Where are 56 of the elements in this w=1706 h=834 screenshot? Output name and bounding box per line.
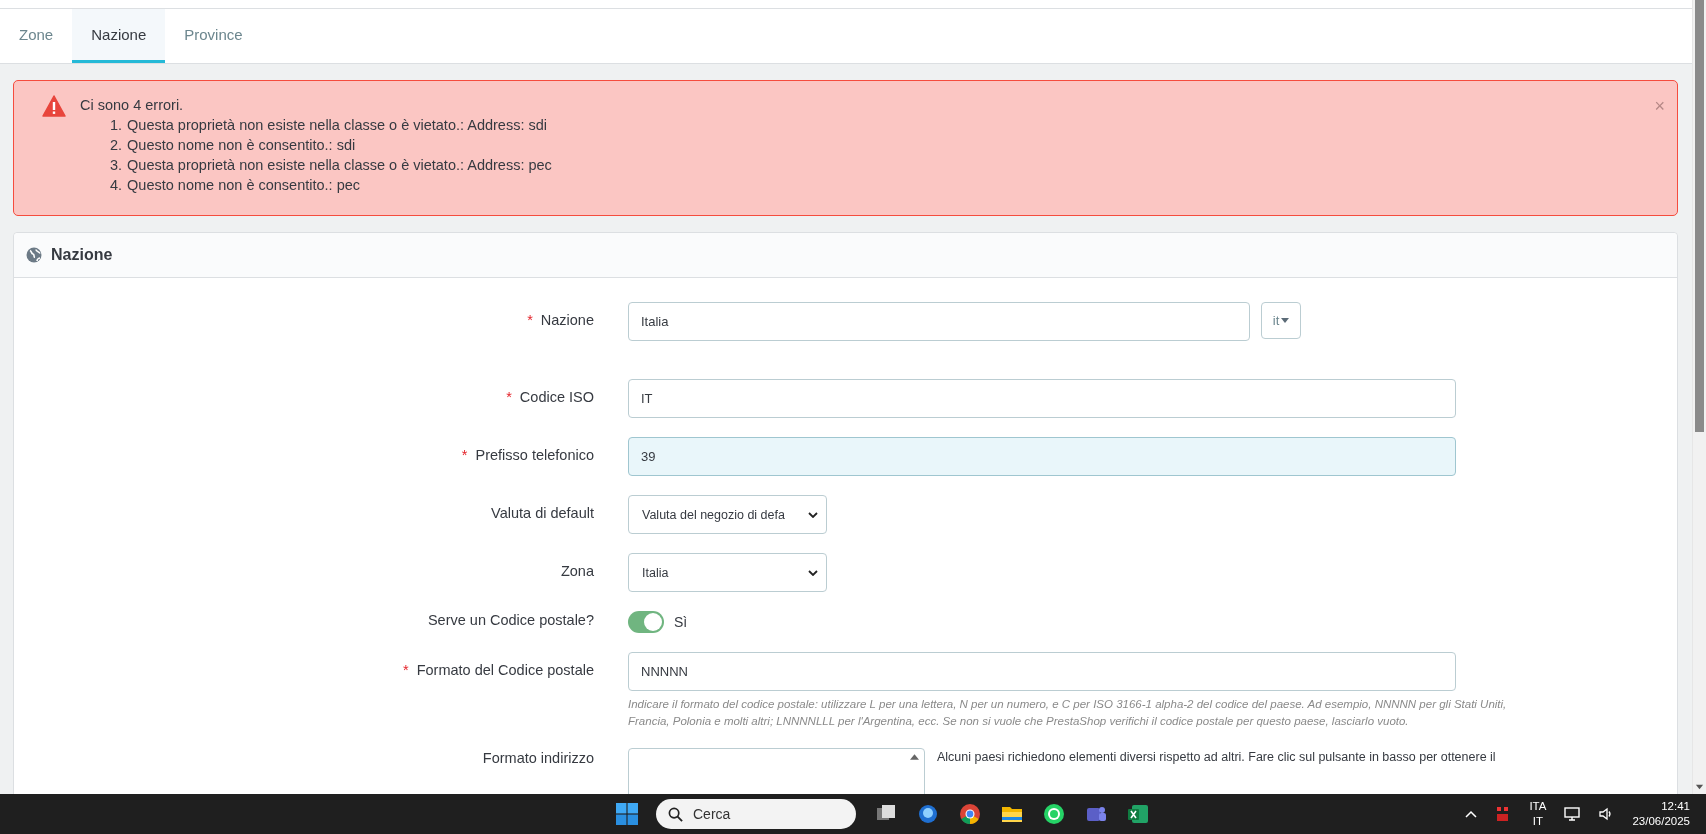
field-label: Serve un Codice postale? — [427, 612, 594, 628]
warning-icon — [42, 95, 66, 117]
field-label: Formato indirizzo — [482, 750, 594, 766]
caret-icon — [1281, 318, 1290, 323]
required-asterisk: * — [403, 662, 409, 678]
cloud-app-icon[interactable] — [916, 802, 940, 826]
text-field[interactable]: 39 — [628, 437, 1456, 476]
field-label: Valuta di default — [491, 505, 594, 521]
network-icon[interactable] — [1564, 806, 1581, 822]
field-label: Codice ISO — [519, 389, 594, 405]
list-number: 2. — [110, 136, 123, 155]
chat-app-icon[interactable] — [1042, 802, 1066, 826]
required-asterisk: * — [461, 447, 468, 463]
field-label: Formato del Codice postale — [416, 662, 594, 678]
chevron-up-icon[interactable] — [1465, 810, 1478, 818]
tab[interactable]: Zone — [0, 9, 73, 63]
toggle-label: Sì — [674, 614, 688, 630]
toggle-switch[interactable] — [628, 611, 664, 633]
chevron-down-icon — [808, 569, 818, 576]
help-text: Indicare il formato del codice postale: utilizzare L per una lettera, N per un numero, e C per ISO 3166-1 alpha-2 del codice del paese. Ad esempio, NNNNN per gli Stati Uniti, Francia, Polonia e molti altri; LNNNNLLL per l'Argentina, ecc. Se non si vuole che PrestaShop verifichi il codice postale per questo paese, lasciarlo vuoto. — [628, 697, 1508, 729]
scrollbar-thumb[interactable] — [1695, 0, 1704, 432]
select-dropdown[interactable]: Italia — [628, 553, 827, 592]
spreadsheet-app-icon[interactable] — [1126, 802, 1150, 826]
clock[interactable]: 12:41 23/06/2025 — [1632, 799, 1690, 829]
required-asterisk: * — [527, 312, 533, 328]
search-field[interactable]: Cerca — [656, 799, 856, 829]
browser-icon[interactable] — [958, 802, 982, 826]
globe-icon — [26, 247, 42, 263]
required-asterisk: * — [506, 389, 512, 405]
error-message: Questo nome non è consentito.: pec — [127, 176, 361, 195]
text-field[interactable]: NNNNN — [628, 652, 1456, 691]
help-text: Alcuni paesi richiedono elementi diversi rispetto ad altri. Fare clic sul pulsante in basso per ottenere il — [937, 749, 1496, 766]
list-number: 3. — [110, 156, 123, 175]
language-dropdown[interactable]: it — [1261, 302, 1301, 339]
chevron-down-icon — [808, 511, 818, 518]
scroll-down-icon[interactable] — [1695, 782, 1704, 791]
field-label: Prefisso telefonico — [475, 447, 594, 463]
scroll-up-icon[interactable] — [910, 754, 919, 760]
alert-title: Ci sono 4 errori. — [80, 96, 185, 115]
error-message: Questo nome non è consentito.: sdi — [127, 136, 356, 155]
list-number: 4. — [110, 176, 123, 195]
language-indicator[interactable]: ITA IT — [1529, 799, 1547, 829]
field-label: Zona — [560, 563, 594, 579]
panel-title: Nazione — [51, 246, 113, 264]
select-dropdown[interactable]: Valuta del negozio di defa — [628, 495, 827, 534]
tab[interactable]: Nazione — [72, 9, 166, 63]
search-icon — [668, 806, 683, 822]
windows-start-icon[interactable] — [616, 803, 638, 825]
field-label: Nazione — [540, 312, 594, 328]
text-field[interactable]: IT — [628, 379, 1456, 418]
scrollbar[interactable] — [1692, 0, 1706, 794]
error-message: Questa proprietà non esiste nella classe o è vietato.: Address: pec — [127, 156, 552, 175]
list-number: 1. — [110, 116, 123, 135]
text-field[interactable]: Italia — [628, 302, 1250, 341]
tab[interactable]: Province — [165, 9, 262, 63]
error-message: Questa proprietà non esiste nella classe o è vietato.: Address: sdi — [127, 116, 548, 135]
